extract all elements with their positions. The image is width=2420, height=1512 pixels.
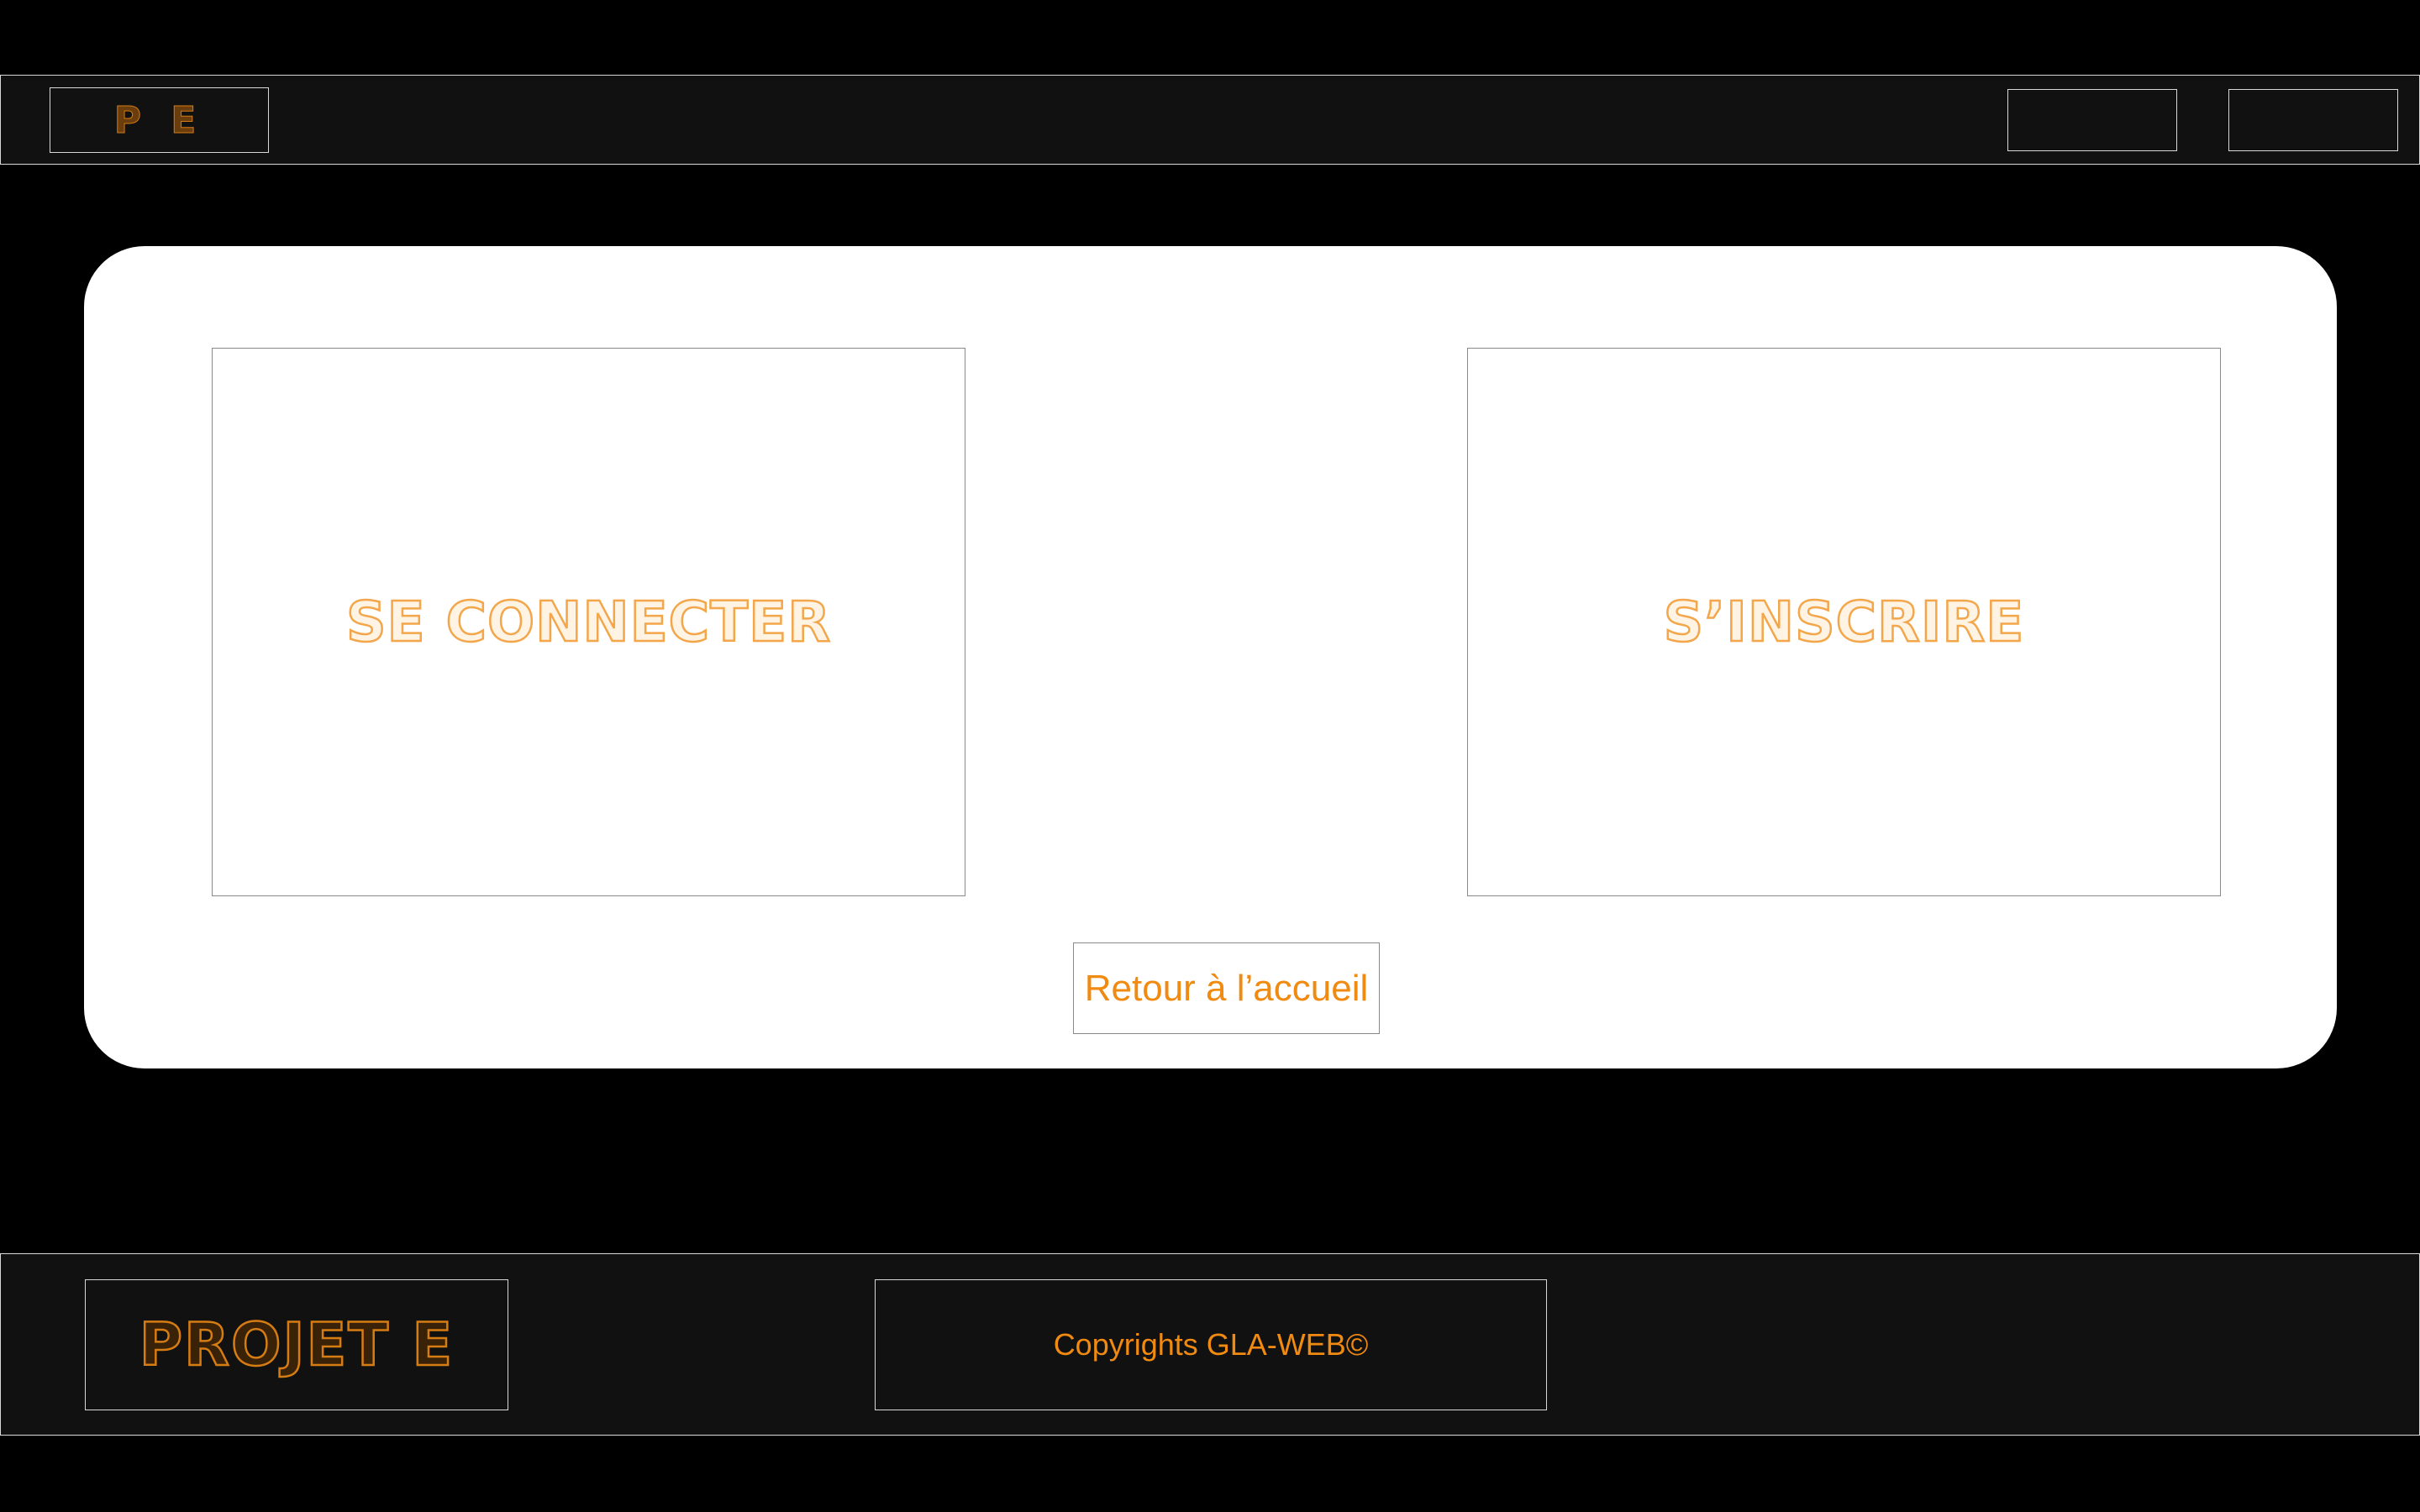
register-option[interactable]: S’INSCRIRE: [1467, 348, 2221, 896]
nav-button-2[interactable]: [2228, 89, 2398, 151]
top-navbar: P E: [0, 75, 2420, 165]
copyright-text: Copyrights GLA-WEB©: [1053, 1327, 1369, 1362]
header-logo[interactable]: P E: [50, 87, 269, 153]
page: P E SE CONNECTER S’INSCRIRE Retour à l’a…: [0, 0, 2420, 1512]
login-label: SE CONNECTER: [345, 589, 832, 656]
nav-button-1[interactable]: [2007, 89, 2177, 151]
footer: PROJET E Copyrights GLA-WEB©: [0, 1253, 2420, 1436]
register-label: S’INSCRIRE: [1662, 589, 2025, 656]
footer-logo-text: PROJET E: [138, 1310, 455, 1381]
back-home-button[interactable]: Retour à l’accueil: [1073, 942, 1380, 1034]
footer-logo[interactable]: PROJET E: [85, 1279, 508, 1410]
login-option[interactable]: SE CONNECTER: [212, 348, 965, 896]
main-card: SE CONNECTER S’INSCRIRE Retour à l’accue…: [84, 246, 2337, 1068]
copyright-box: Copyrights GLA-WEB©: [875, 1279, 1547, 1410]
header-logo-text: P E: [113, 98, 205, 142]
back-home-label: Retour à l’accueil: [1084, 967, 1369, 1009]
